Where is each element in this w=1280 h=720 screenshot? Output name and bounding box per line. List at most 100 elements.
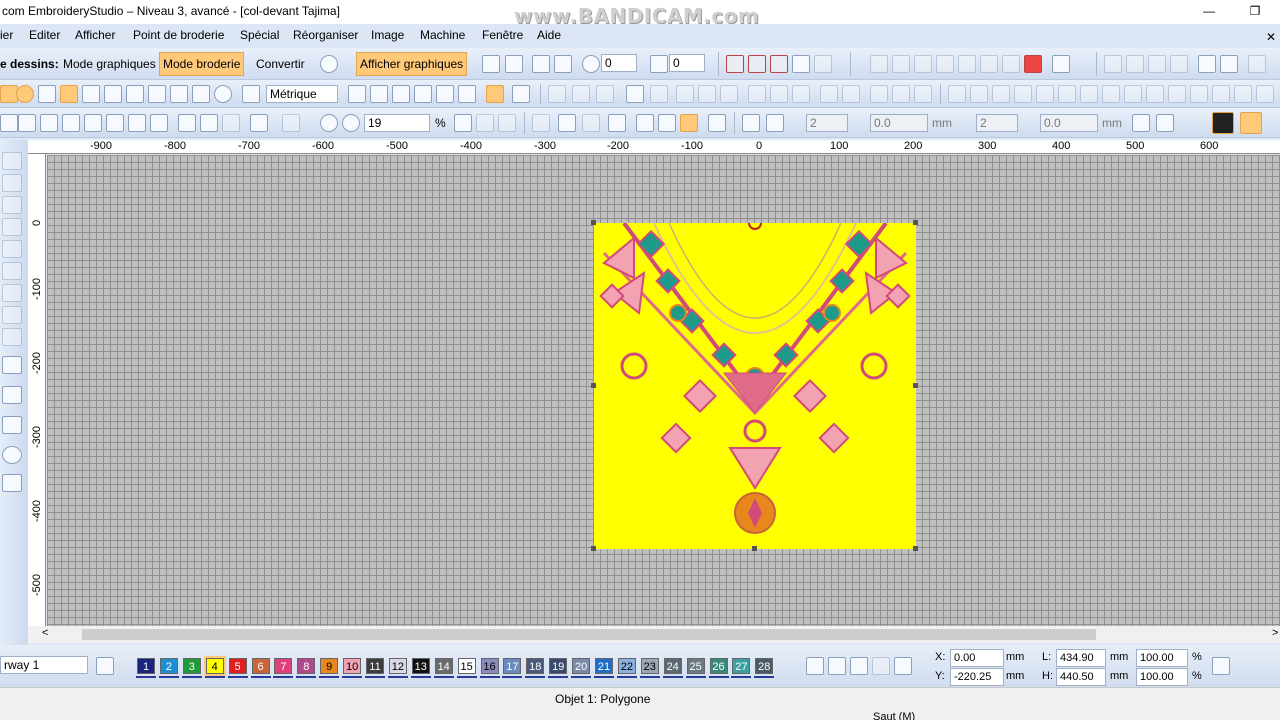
filter-icon[interactable] bbox=[658, 114, 676, 132]
zoom-icon[interactable] bbox=[320, 114, 338, 132]
hand-tool-icon[interactable] bbox=[82, 85, 100, 103]
align-red-icon-1[interactable] bbox=[726, 55, 744, 73]
menu-image[interactable]: Image bbox=[371, 28, 404, 42]
thread-chart-icon[interactable] bbox=[850, 657, 868, 675]
zoom-out-icon[interactable] bbox=[498, 114, 516, 132]
scale-y-field[interactable]: 100.00 bbox=[1136, 668, 1188, 686]
color-swatch-15[interactable]: 15 bbox=[457, 658, 476, 674]
color-swatch-20[interactable]: 20 bbox=[572, 658, 591, 674]
fill-icon-10[interactable] bbox=[1146, 85, 1164, 103]
diagonal-stitch-icon[interactable] bbox=[2, 356, 22, 374]
proportion-lock-icon[interactable] bbox=[1212, 657, 1230, 675]
reshape-tool-icon[interactable] bbox=[60, 85, 78, 103]
machine-icon[interactable] bbox=[150, 114, 168, 132]
unlock-icon[interactable] bbox=[650, 85, 668, 103]
color-swatch-22[interactable]: 22 bbox=[617, 658, 636, 674]
stitch-tool-icon-1[interactable] bbox=[532, 114, 550, 132]
mirror-cross-icon[interactable] bbox=[505, 55, 523, 73]
selection-handle[interactable] bbox=[591, 220, 596, 225]
rectangle-icon[interactable] bbox=[2, 474, 22, 492]
cursor-icon[interactable] bbox=[512, 85, 530, 103]
center-icon[interactable] bbox=[792, 55, 810, 73]
scroll-left-icon[interactable]: < bbox=[42, 627, 48, 639]
align-icon-2[interactable] bbox=[698, 85, 716, 103]
paste-icon[interactable] bbox=[222, 114, 240, 132]
color-swatch-13[interactable]: 13 bbox=[411, 658, 430, 674]
palette-icon[interactable] bbox=[192, 85, 210, 103]
stitch-tool-icon-2[interactable] bbox=[558, 114, 576, 132]
color-swatch-3[interactable]: 3 bbox=[182, 658, 201, 674]
3d-icon[interactable] bbox=[1234, 85, 1252, 103]
align-icon-6[interactable] bbox=[792, 85, 810, 103]
color-swatch-6[interactable]: 6 bbox=[251, 658, 270, 674]
stitch-icon-1[interactable] bbox=[1104, 55, 1122, 73]
shape-icon-2[interactable] bbox=[892, 55, 910, 73]
select-icon-1[interactable] bbox=[548, 85, 566, 103]
height-field[interactable]: 440.50 bbox=[1056, 668, 1106, 686]
export-icon[interactable] bbox=[62, 114, 80, 132]
shape-edit-icon[interactable] bbox=[2, 416, 22, 434]
remove-color-icon[interactable] bbox=[828, 657, 846, 675]
dots-icon[interactable] bbox=[370, 85, 388, 103]
color-swatch-16[interactable]: 16 bbox=[480, 658, 499, 674]
skew-icon[interactable] bbox=[650, 55, 668, 73]
selection-handle[interactable] bbox=[591, 546, 596, 551]
menu-help[interactable]: Aide bbox=[537, 28, 561, 42]
shape-icon-1[interactable] bbox=[870, 55, 888, 73]
selection-handle[interactable] bbox=[591, 383, 596, 388]
align-icon-3[interactable] bbox=[720, 85, 738, 103]
left-tool-icon-5[interactable] bbox=[2, 240, 22, 258]
restore-icon[interactable]: ❐ bbox=[1246, 2, 1264, 20]
shape-icon-7[interactable] bbox=[1002, 55, 1020, 73]
no-color-icon[interactable] bbox=[872, 657, 890, 675]
grid-icon[interactable] bbox=[104, 85, 122, 103]
stitch-tool-icon-3[interactable] bbox=[582, 114, 600, 132]
color-swatch-25[interactable]: 25 bbox=[686, 658, 705, 674]
spacing-spinner-3[interactable]: 2 bbox=[976, 114, 1018, 132]
color-swatch-19[interactable]: 19 bbox=[549, 658, 568, 674]
mirror-left-icon[interactable] bbox=[532, 55, 550, 73]
menu-edit[interactable]: Editer bbox=[29, 28, 60, 42]
add-color-icon[interactable] bbox=[806, 657, 824, 675]
distribute-icon-1[interactable] bbox=[870, 85, 888, 103]
stitch-icon-5[interactable] bbox=[1198, 55, 1216, 73]
fill-icon-5[interactable] bbox=[1036, 85, 1054, 103]
color-swatch-8[interactable]: 8 bbox=[297, 658, 316, 674]
node-icon-2[interactable] bbox=[1156, 114, 1174, 132]
arc-icon[interactable] bbox=[2, 386, 22, 404]
mirror-right-icon[interactable] bbox=[554, 55, 572, 73]
scrollbar-thumb[interactable] bbox=[82, 629, 1096, 640]
align-icon-1[interactable] bbox=[676, 85, 694, 103]
colors-icon[interactable] bbox=[1052, 55, 1070, 73]
fill-icon-7[interactable] bbox=[1080, 85, 1098, 103]
fill-icon-8[interactable] bbox=[1102, 85, 1120, 103]
box-icon[interactable] bbox=[814, 55, 832, 73]
select-icon-3[interactable] bbox=[596, 85, 614, 103]
image-icon[interactable] bbox=[148, 85, 166, 103]
menu-file[interactable]: ier bbox=[0, 28, 13, 42]
menu-window[interactable]: Fenêtre bbox=[482, 28, 523, 42]
color-swatch-11[interactable]: 11 bbox=[366, 658, 384, 674]
align-icon-5[interactable] bbox=[770, 85, 788, 103]
redo-icon[interactable] bbox=[282, 114, 300, 132]
resize-icon[interactable] bbox=[1240, 112, 1262, 134]
stitch-icon-6[interactable] bbox=[1220, 55, 1238, 73]
undo-icon[interactable] bbox=[250, 114, 268, 132]
stop-icon[interactable] bbox=[1024, 55, 1042, 73]
close-document-icon[interactable]: ✕ bbox=[1262, 28, 1280, 46]
color-swatch-17[interactable]: 17 bbox=[503, 658, 522, 674]
move-icon[interactable] bbox=[486, 85, 504, 103]
left-tool-icon-2[interactable] bbox=[2, 174, 22, 192]
fill-icon-14[interactable] bbox=[1256, 85, 1274, 103]
stamp-icon[interactable] bbox=[458, 85, 476, 103]
align-icon-7[interactable] bbox=[820, 85, 838, 103]
menu-stitch[interactable]: Point de broderie bbox=[133, 28, 224, 42]
fill-icon-3[interactable] bbox=[992, 85, 1010, 103]
fill-icon-4[interactable] bbox=[1014, 85, 1032, 103]
left-tool-icon-9[interactable] bbox=[2, 328, 22, 346]
left-tool-icon-7[interactable] bbox=[2, 284, 22, 302]
stitch-icon-3[interactable] bbox=[1148, 55, 1166, 73]
scroll-right-icon[interactable]: > bbox=[1272, 627, 1278, 639]
checkbox-icon[interactable] bbox=[608, 114, 626, 132]
list-icon[interactable] bbox=[392, 85, 410, 103]
